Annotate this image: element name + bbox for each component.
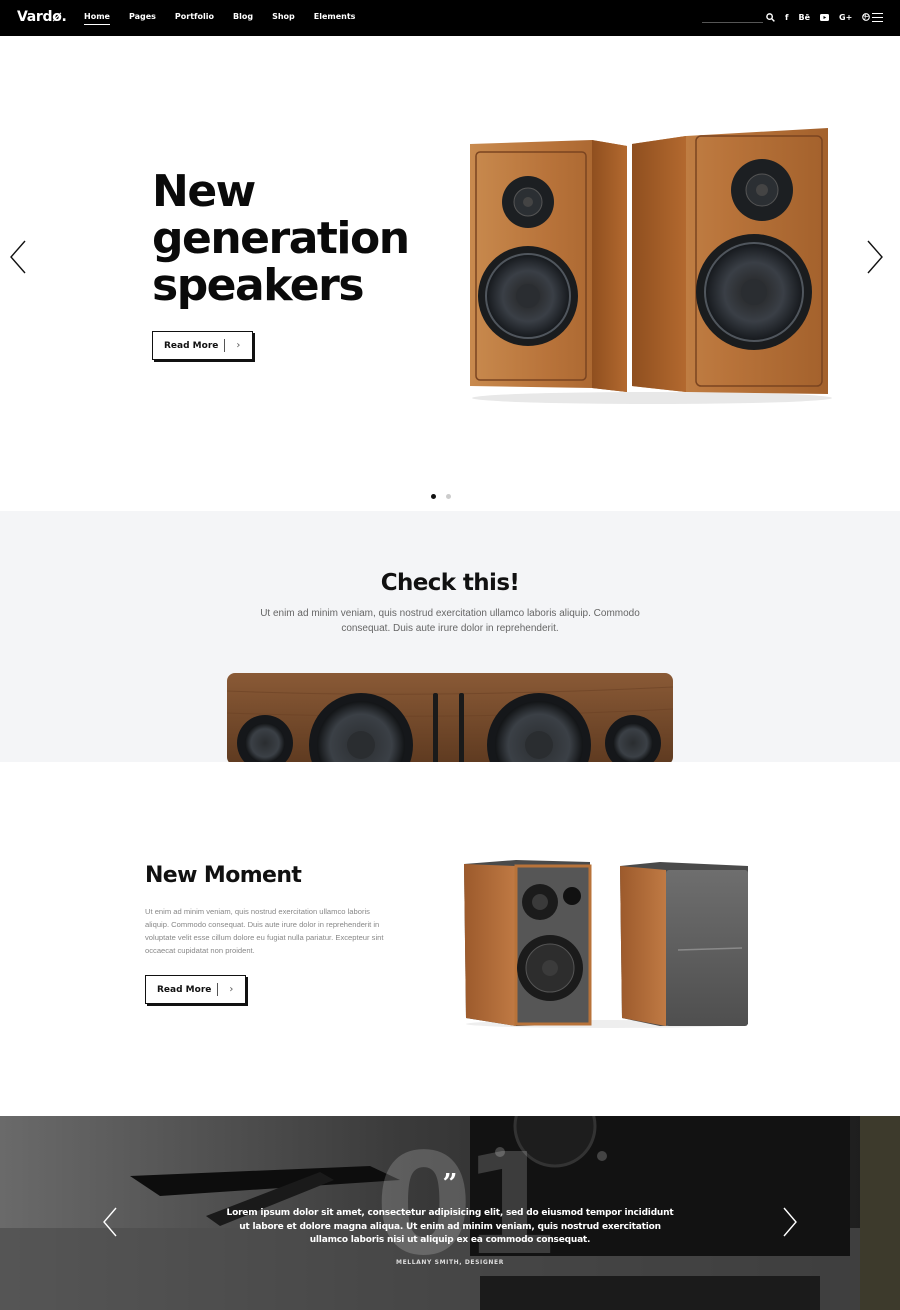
- hero-read-more-button[interactable]: Read More ›: [152, 331, 253, 360]
- menu-item-blog[interactable]: Blog: [233, 12, 253, 25]
- menu-item-shop[interactable]: Shop: [272, 12, 295, 25]
- testimonial-quote: Lorem ipsum dolor sit amet, consectetur …: [226, 1208, 674, 1245]
- site-logo[interactable]: Vardø.: [17, 9, 67, 25]
- youtube-icon[interactable]: [820, 10, 830, 24]
- menu-item-portfolio[interactable]: Portfolio: [175, 12, 214, 25]
- testimonial-author: MELLANY SMITH, DESIGNER: [396, 1259, 504, 1266]
- social-icons: f Bē G+: [766, 10, 880, 24]
- hero-title-line: New: [152, 166, 256, 217]
- top-navigation: Vardø. Home Pages Portfolio Blog Shop El…: [0, 0, 900, 36]
- facebook-icon[interactable]: f: [785, 10, 788, 24]
- menu-item-home[interactable]: Home: [84, 12, 110, 25]
- behance-icon[interactable]: Bē: [798, 10, 810, 24]
- chevron-right-icon: ›: [229, 984, 234, 995]
- slider-next-arrow-icon[interactable]: [866, 239, 884, 275]
- button-label: Read More: [164, 340, 219, 351]
- slider-pagination: [431, 494, 461, 499]
- section-text: Ut enim ad minim veniam, quis nostrud ex…: [260, 608, 640, 634]
- hero-speakers-image: [470, 128, 832, 404]
- button-label: Read More: [157, 984, 212, 995]
- testimonial-next-arrow-icon[interactable]: [782, 1206, 798, 1238]
- slider-prev-arrow-icon[interactable]: [9, 239, 27, 275]
- quote-icon: ”: [442, 1169, 458, 1199]
- main-menu: Home Pages Portfolio Blog Shop Elements: [84, 12, 374, 25]
- hero-title-line: speakers: [152, 260, 365, 311]
- moment-read-more-button[interactable]: Read More ›: [145, 975, 246, 1004]
- check-this-section: Check this! Ut enim ad minim veniam, qui…: [0, 511, 900, 762]
- chevron-right-icon: ›: [236, 340, 241, 351]
- googleplus-icon[interactable]: G+: [839, 10, 852, 24]
- section-title: Check this!: [380, 570, 520, 596]
- hero-title: New generation speakers: [152, 168, 452, 309]
- section-title: New Moment: [145, 863, 302, 888]
- testimonial-section: 01 ” Lorem ipsum dolor sit amet, consect…: [0, 1116, 900, 1310]
- testimonial-prev-arrow-icon[interactable]: [102, 1206, 118, 1238]
- slider-dot[interactable]: [446, 494, 451, 499]
- slider-dot[interactable]: [431, 494, 436, 499]
- hamburger-icon[interactable]: [872, 13, 883, 25]
- dribbble-icon[interactable]: [862, 10, 871, 24]
- bookshelf-speakers-image: [464, 860, 748, 1028]
- search-icon[interactable]: [766, 10, 775, 24]
- search-input-line[interactable]: [702, 22, 763, 23]
- menu-item-elements[interactable]: Elements: [314, 12, 356, 25]
- section-text: Ut enim ad minim veniam, quis nostrud ex…: [145, 907, 384, 955]
- menu-item-pages[interactable]: Pages: [129, 12, 156, 25]
- testimonial-number: 01: [375, 1124, 560, 1287]
- soundbar-image: [227, 673, 673, 762]
- new-moment-section: New Moment Ut enim ad minim veniam, quis…: [0, 762, 900, 1116]
- hero-title-line: generation: [152, 213, 410, 264]
- hero-slider: New generation speakers Read More ›: [0, 36, 900, 511]
